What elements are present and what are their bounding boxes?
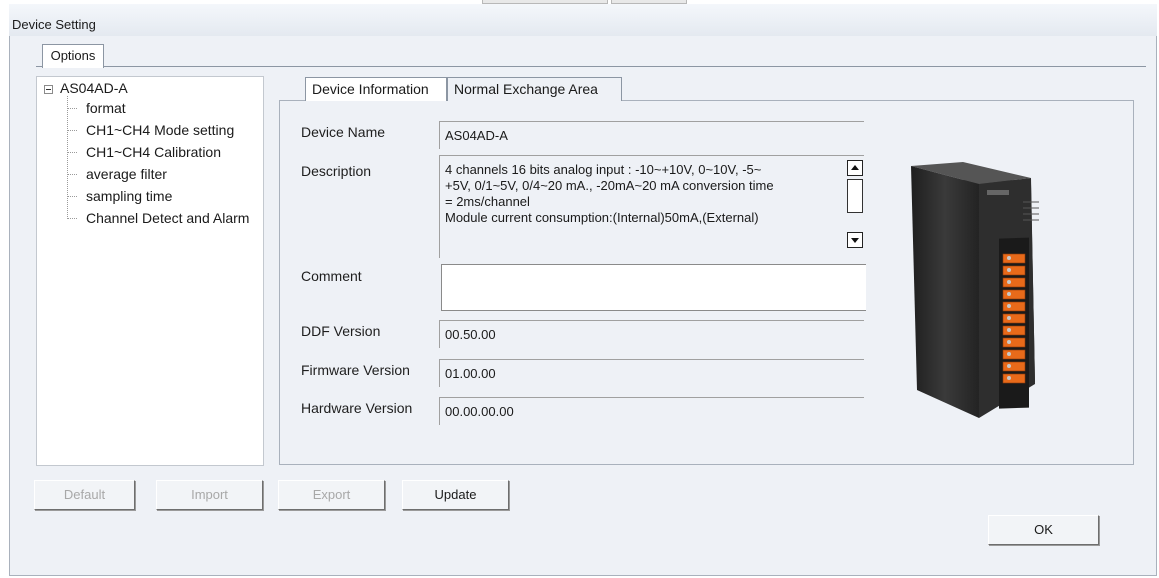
tree-branch bbox=[68, 152, 77, 153]
update-button[interactable]: Update bbox=[402, 480, 509, 510]
description-line: = 2ms/channel bbox=[445, 194, 530, 209]
ok-button[interactable]: OK bbox=[988, 515, 1099, 545]
title-bar bbox=[9, 4, 1157, 36]
description-field: 4 channels 16 bits analog input : -10~+1… bbox=[439, 155, 864, 258]
tab-options[interactable]: Options bbox=[42, 44, 104, 68]
device-name-value: AS04AD-A bbox=[445, 128, 508, 143]
tree-item-channel-detect[interactable]: Channel Detect and Alarm bbox=[86, 210, 262, 226]
comment-label: Comment bbox=[301, 268, 362, 284]
description-line: Module current consumption:(Internal)50m… bbox=[445, 210, 759, 225]
comment-input[interactable] bbox=[441, 264, 866, 311]
device-module-image bbox=[903, 162, 1043, 418]
tree-branch bbox=[68, 108, 77, 109]
tree-item-sampling-time[interactable]: sampling time bbox=[86, 188, 172, 204]
default-button[interactable]: Default bbox=[34, 480, 135, 510]
scrollbar-thumb[interactable] bbox=[847, 179, 863, 213]
device-name-field: AS04AD-A bbox=[439, 121, 864, 149]
tree-branch bbox=[68, 196, 77, 197]
firmware-version-label: Firmware Version bbox=[301, 362, 410, 378]
export-button[interactable]: Export bbox=[278, 480, 385, 510]
minus-box-icon[interactable] bbox=[44, 85, 53, 94]
tree-item-average-filter[interactable]: average filter bbox=[86, 166, 167, 182]
firmware-version-field: 01.00.00 bbox=[439, 359, 864, 387]
ddf-version-value: 00.50.00 bbox=[445, 327, 496, 342]
description-label: Description bbox=[301, 163, 372, 179]
tree-branch bbox=[68, 174, 77, 175]
import-button[interactable]: Import bbox=[156, 480, 263, 510]
ddf-version-field: 00.50.00 bbox=[439, 320, 864, 348]
ddf-version-label: DDF Version bbox=[301, 323, 381, 339]
window-title: Device Setting bbox=[12, 17, 96, 32]
tree-branch bbox=[68, 218, 77, 219]
hardware-version-label: Hardware Version bbox=[301, 400, 413, 416]
tree-branch bbox=[68, 130, 77, 131]
tree-item-format[interactable]: format bbox=[86, 100, 126, 116]
description-scrollbar[interactable] bbox=[846, 160, 864, 250]
tree-item-mode-setting[interactable]: CH1~CH4 Mode setting bbox=[86, 122, 234, 138]
tree-item-calibration[interactable]: CH1~CH4 Calibration bbox=[86, 144, 221, 160]
description-line: +5V, 0/1~5V, 0/4~20 mA., -20mA~20 mA con… bbox=[445, 178, 774, 193]
scroll-up-arrow-icon[interactable] bbox=[847, 160, 863, 176]
tree-root-item[interactable]: AS04AD-A bbox=[60, 80, 128, 96]
description-line: 4 channels 16 bits analog input : -10~+1… bbox=[445, 162, 762, 177]
tab-device-information[interactable]: Device Information bbox=[305, 77, 447, 101]
device-name-label: Device Name bbox=[301, 124, 386, 140]
hardware-version-value: 00.00.00.00 bbox=[445, 404, 514, 419]
tab-normal-exchange-area[interactable]: Normal Exchange Area bbox=[447, 77, 622, 101]
scroll-down-arrow-icon[interactable] bbox=[847, 232, 863, 248]
firmware-version-value: 01.00.00 bbox=[445, 366, 496, 381]
tree-connector bbox=[67, 96, 68, 219]
hardware-version-field: 00.00.00.00 bbox=[439, 397, 864, 425]
